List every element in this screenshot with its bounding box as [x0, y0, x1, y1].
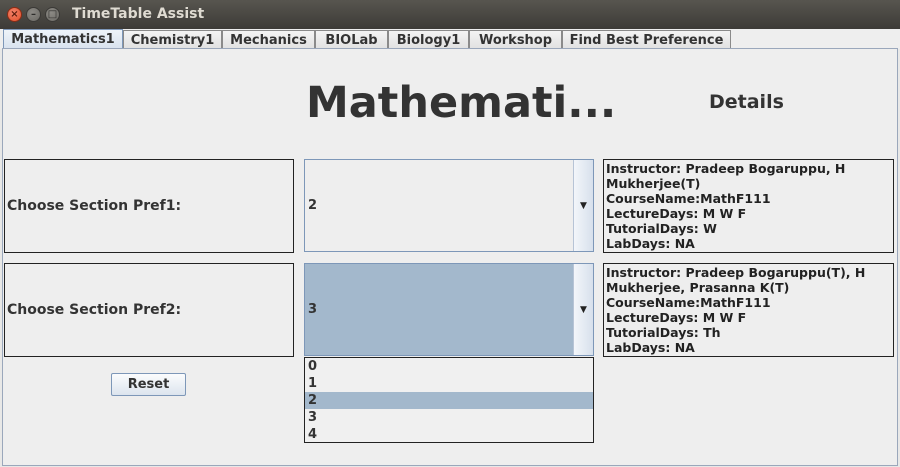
- pref2-details-line: Instructor: Pradeep Bogaruppu(T), H: [606, 265, 866, 280]
- dropdown-option-highlighted[interactable]: 2: [305, 392, 593, 409]
- tab-biolab[interactable]: BIOLab: [315, 30, 388, 49]
- pref1-details-line: Instructor: Pradeep Bogaruppu, H: [606, 161, 846, 176]
- pref2-details: Instructor: Pradeep Bogaruppu(T), H Mukh…: [603, 263, 894, 357]
- close-window-button[interactable]: ×: [7, 7, 22, 22]
- pref1-selected-value: 2: [308, 198, 318, 213]
- dropdown-option[interactable]: 3: [305, 409, 593, 426]
- dropdown-option[interactable]: 1: [305, 375, 593, 392]
- pref2-details-line: TutorialDays: Th: [606, 325, 721, 340]
- tab-workshop[interactable]: Workshop: [469, 30, 562, 49]
- window-titlebar: × – □ TimeTable Assist: [0, 0, 900, 29]
- chevron-down-icon[interactable]: ▼: [573, 264, 593, 355]
- pref2-details-line: LectureDays: M W F: [606, 310, 747, 325]
- details-heading: Details: [709, 91, 784, 113]
- tab-biology1[interactable]: Biology1: [388, 30, 469, 49]
- minimize-window-button[interactable]: –: [26, 7, 41, 22]
- pref2-details-line: LabDays: NA: [606, 340, 695, 355]
- pref1-details-line: TutorialDays: W: [606, 221, 717, 236]
- dropdown-option[interactable]: 0: [305, 358, 593, 375]
- reset-button[interactable]: Reset: [111, 373, 186, 396]
- pref1-label: Choose Section Pref1:: [4, 159, 294, 253]
- maximize-window-button[interactable]: □: [45, 7, 60, 22]
- pref2-selected-value: 3: [308, 302, 318, 317]
- window-title: TimeTable Assist: [72, 6, 205, 22]
- pref1-details-line: CourseName:MathF111: [606, 191, 771, 206]
- tab-mathematics1[interactable]: Mathematics1: [3, 29, 123, 49]
- pref1-details-line: LabDays: NA: [606, 236, 695, 251]
- tab-find-best-preference[interactable]: Find Best Preference: [562, 30, 731, 49]
- chevron-down-icon[interactable]: ▼: [573, 160, 593, 251]
- tab-mechanics[interactable]: Mechanics: [222, 30, 315, 49]
- course-heading: Mathemati...: [306, 78, 617, 128]
- pref2-label: Choose Section Pref2:: [4, 263, 294, 357]
- tab-chemistry1[interactable]: Chemistry1: [123, 30, 222, 49]
- pref1-details: Instructor: Pradeep Bogaruppu, H Mukherj…: [603, 159, 894, 253]
- dropdown-option[interactable]: 4: [305, 426, 593, 443]
- pref1-details-line: LectureDays: M W F: [606, 206, 747, 221]
- pref1-section-select[interactable]: 2 ▼: [304, 159, 594, 252]
- pref2-details-line: Mukherjee, Prasanna K(T): [606, 280, 790, 295]
- section-dropdown-list[interactable]: 0 1 2 3 4: [304, 357, 594, 443]
- pref1-details-line: Mukherjee(T): [606, 176, 701, 191]
- pref2-details-line: CourseName:MathF111: [606, 295, 771, 310]
- pref2-section-select[interactable]: 3 ▼: [304, 263, 594, 356]
